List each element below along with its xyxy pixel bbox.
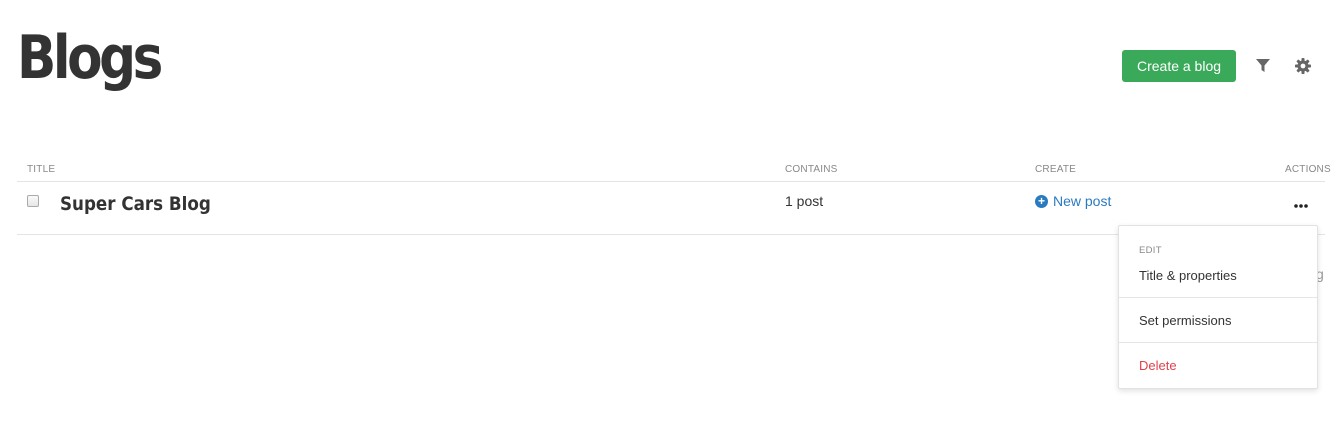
new-post-link[interactable]: + New post — [1035, 193, 1111, 209]
menu-item-delete[interactable]: Delete — [1139, 358, 1177, 373]
header-divider — [17, 181, 1325, 182]
column-header-title: TITLE — [27, 164, 56, 175]
menu-item-set-permissions[interactable]: Set permissions — [1139, 313, 1231, 328]
row-select-checkbox[interactable] — [27, 195, 39, 207]
filter-icon[interactable] — [1253, 56, 1273, 76]
plus-circle-icon: + — [1035, 194, 1048, 208]
page-title: Blogs — [17, 23, 163, 93]
column-header-actions: ACTIONS — [1285, 164, 1331, 175]
column-header-contains: CONTAINS — [785, 164, 838, 175]
blog-title-link[interactable]: Super Cars Blog — [60, 193, 211, 215]
menu-divider — [1119, 342, 1317, 343]
menu-section-edit: EDIT — [1139, 245, 1162, 256]
menu-item-title-properties[interactable]: Title & properties — [1139, 268, 1237, 283]
actions-dropdown-menu: EDIT Title & properties Set permissions … — [1118, 225, 1318, 389]
contains-count: 1 post — [785, 193, 824, 209]
new-post-label: New post — [1053, 193, 1112, 209]
ellipsis-icon[interactable] — [1292, 198, 1310, 214]
menu-divider — [1119, 297, 1317, 298]
gear-icon[interactable] — [1293, 56, 1313, 76]
column-header-create: CREATE — [1035, 164, 1077, 175]
create-blog-button[interactable]: Create a blog — [1122, 50, 1236, 82]
